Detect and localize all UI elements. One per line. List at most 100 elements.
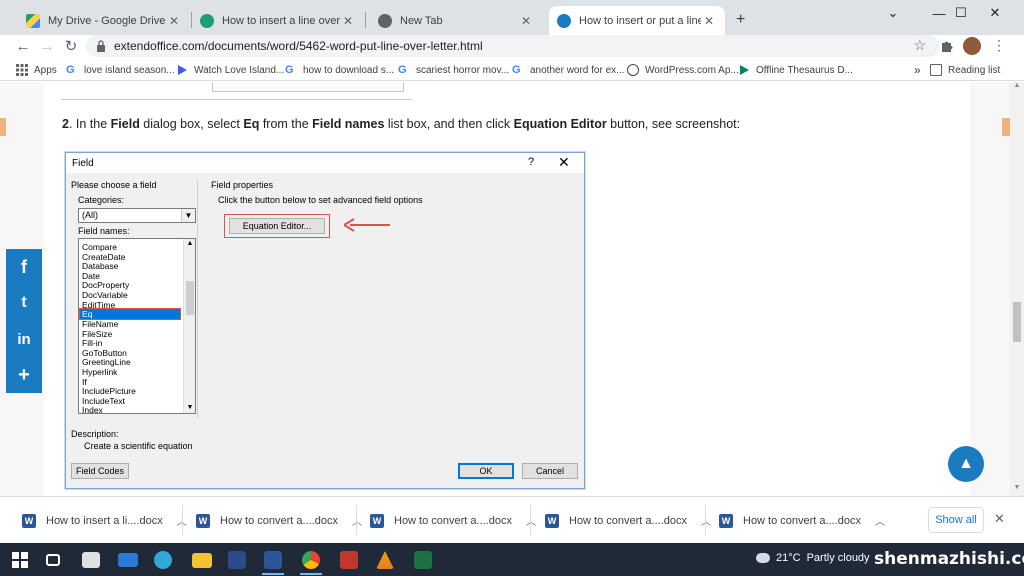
google-icon: G [512, 64, 521, 76]
instruction-text: . In the [68, 117, 111, 131]
categories-value: (All) [82, 210, 98, 220]
chevron-up-icon[interactable]: ︿ [701, 513, 711, 528]
instruction-bold: Field [110, 117, 140, 131]
list-item: DocProperty [82, 280, 130, 290]
profile-avatar[interactable] [963, 37, 981, 55]
bookmark-star-icon[interactable]: ☆ [913, 37, 926, 54]
task-view-icon[interactable] [46, 554, 60, 566]
word-doc-icon: W [196, 513, 210, 528]
more-share-button[interactable]: + [6, 357, 42, 393]
twitter-share-button[interactable]: t [6, 285, 42, 321]
grammarly-icon [200, 13, 214, 28]
chevron-up-icon[interactable]: ︿ [875, 513, 885, 528]
word-icon[interactable] [264, 551, 282, 569]
new-tab-button[interactable]: + [736, 11, 745, 29]
chrome-menu-icon[interactable]: ⋮ [992, 37, 1006, 54]
list-item: Hyperlink [82, 367, 118, 377]
list-item: FileName [82, 319, 119, 329]
back-to-top-button[interactable]: ▲ [948, 446, 984, 482]
word-doc-icon: W [719, 513, 733, 528]
browser-toolbar: ← → ↻ extendoffice.com/documents/word/54… [0, 35, 1024, 58]
close-window-button[interactable]: ✕ [972, 0, 1018, 26]
close-tab-icon[interactable]: ✕ [701, 14, 717, 28]
partly-cloudy-icon [756, 553, 770, 563]
equation-editor-highlight: Equation Editor... [224, 214, 330, 238]
scroll-thumb[interactable] [1013, 302, 1021, 342]
extensions-puzzle-icon[interactable] [940, 39, 954, 53]
reading-list-button[interactable]: Reading list [930, 62, 1000, 78]
watermark: shenmazhishi.com [874, 549, 1024, 569]
page-scrollbar[interactable]: ▲ ▼ [1010, 82, 1024, 496]
tab-insert-line[interactable]: How to insert a line over the top ✕ [192, 6, 364, 35]
chevron-up-icon[interactable]: ︿ [526, 513, 536, 528]
bookmark-watch-love-island[interactable]: Watch Love Island... [176, 62, 284, 78]
tab-search-icon[interactable]: ⌄ [870, 0, 916, 26]
dialog-title: Field [72, 158, 94, 169]
bookmark-scariest-horror[interactable]: G scariest horror mov... [398, 62, 509, 78]
download-item[interactable]: W How to convert a....docx ︿ [719, 497, 885, 544]
bookmark-offline-thesaurus[interactable]: Offline Thesaurus D... [738, 62, 853, 78]
scroll-down-icon[interactable]: ▼ [1010, 484, 1024, 496]
list-item: DocVariable [82, 290, 128, 300]
scroll-up-icon[interactable]: ▲ [1010, 82, 1024, 94]
bookmark-label: love island season... [84, 64, 175, 76]
close-icon: ✕ [558, 154, 570, 170]
show-all-downloads-button[interactable]: Show all [928, 507, 984, 533]
download-filename: How to convert a....docx [743, 514, 861, 527]
close-tab-icon[interactable]: ✕ [166, 14, 182, 28]
windows-start-icon[interactable] [12, 552, 28, 568]
bookmarks-overflow-button[interactable]: » [914, 62, 921, 78]
download-item[interactable]: W How to convert a....docx ︿ [545, 497, 711, 544]
download-filename: How to convert a....docx [220, 514, 338, 527]
tab-title: My Drive - Google Drive [48, 14, 166, 27]
tab-title: How to insert a line over the top [222, 14, 340, 27]
file-explorer-icon[interactable] [192, 553, 212, 568]
bookmark-wordpress[interactable]: WordPress.com Ap... [627, 62, 739, 78]
right-hint: Click the button below to set advanced f… [218, 195, 423, 205]
tab-active[interactable]: How to insert or put a line over t ✕ [549, 6, 725, 35]
store-icon[interactable] [82, 552, 100, 568]
side-tab-right [1002, 118, 1010, 136]
excel-icon[interactable] [414, 551, 432, 569]
bookmark-how-to-download[interactable]: G how to download s... [285, 62, 394, 78]
edge-icon[interactable] [154, 551, 172, 569]
forward-button[interactable]: → [36, 35, 58, 57]
vlc-icon[interactable] [376, 551, 394, 569]
app-icon[interactable] [340, 551, 358, 569]
bookmark-label: Watch Love Island... [194, 64, 285, 76]
bookmark-label: scariest horror mov... [416, 64, 510, 76]
back-button[interactable]: ← [12, 35, 34, 57]
page-content: 2. In the Field dialog box, select Eq fr… [0, 82, 1024, 496]
windows-taskbar: 21°C Partly cloudy shenmazhishi.com [0, 543, 1024, 576]
word-doc-icon: W [22, 513, 36, 528]
calculator-icon[interactable] [228, 551, 246, 569]
download-item[interactable]: W How to convert a....docx ︿ [370, 497, 536, 544]
close-downloads-icon[interactable]: ✕ [994, 511, 1005, 527]
bookmark-love-island[interactable]: G love island season... [66, 62, 175, 78]
bookmark-apps[interactable]: Apps [16, 62, 57, 78]
weather-widget[interactable]: 21°C Partly cloudy [756, 552, 870, 564]
play-store-icon [740, 65, 749, 75]
close-tab-icon[interactable]: ✕ [340, 14, 356, 28]
instruction-text: list box, and then click [384, 117, 514, 131]
ok-button: OK [458, 463, 514, 479]
list-item: Compare [82, 242, 117, 252]
chevron-up-icon[interactable]: ︿ [352, 513, 362, 528]
address-bar[interactable]: extendoffice.com/documents/word/5462-wor… [86, 35, 940, 57]
reload-button[interactable]: ↻ [60, 35, 82, 57]
chrome-icon[interactable] [302, 551, 320, 569]
help-icon: ? [528, 156, 535, 168]
mail-icon[interactable] [118, 553, 138, 567]
tab-new-tab[interactable]: New Tab ✕ [370, 6, 542, 35]
tab-title: New Tab [400, 14, 443, 27]
facebook-share-button[interactable]: f [6, 249, 42, 285]
download-item[interactable]: W How to insert a li....docx ︿ [22, 497, 187, 544]
google-drive-icon [26, 13, 40, 28]
lock-icon [97, 40, 105, 52]
tab-google-drive[interactable]: My Drive - Google Drive ✕ [18, 6, 190, 35]
linkedin-share-button[interactable]: in [6, 321, 42, 357]
download-item[interactable]: W How to convert a....docx ︿ [196, 497, 362, 544]
bookmark-another-word[interactable]: G another word for ex... [512, 62, 625, 78]
google-icon: G [285, 64, 294, 76]
close-tab-icon[interactable]: ✕ [518, 14, 534, 28]
